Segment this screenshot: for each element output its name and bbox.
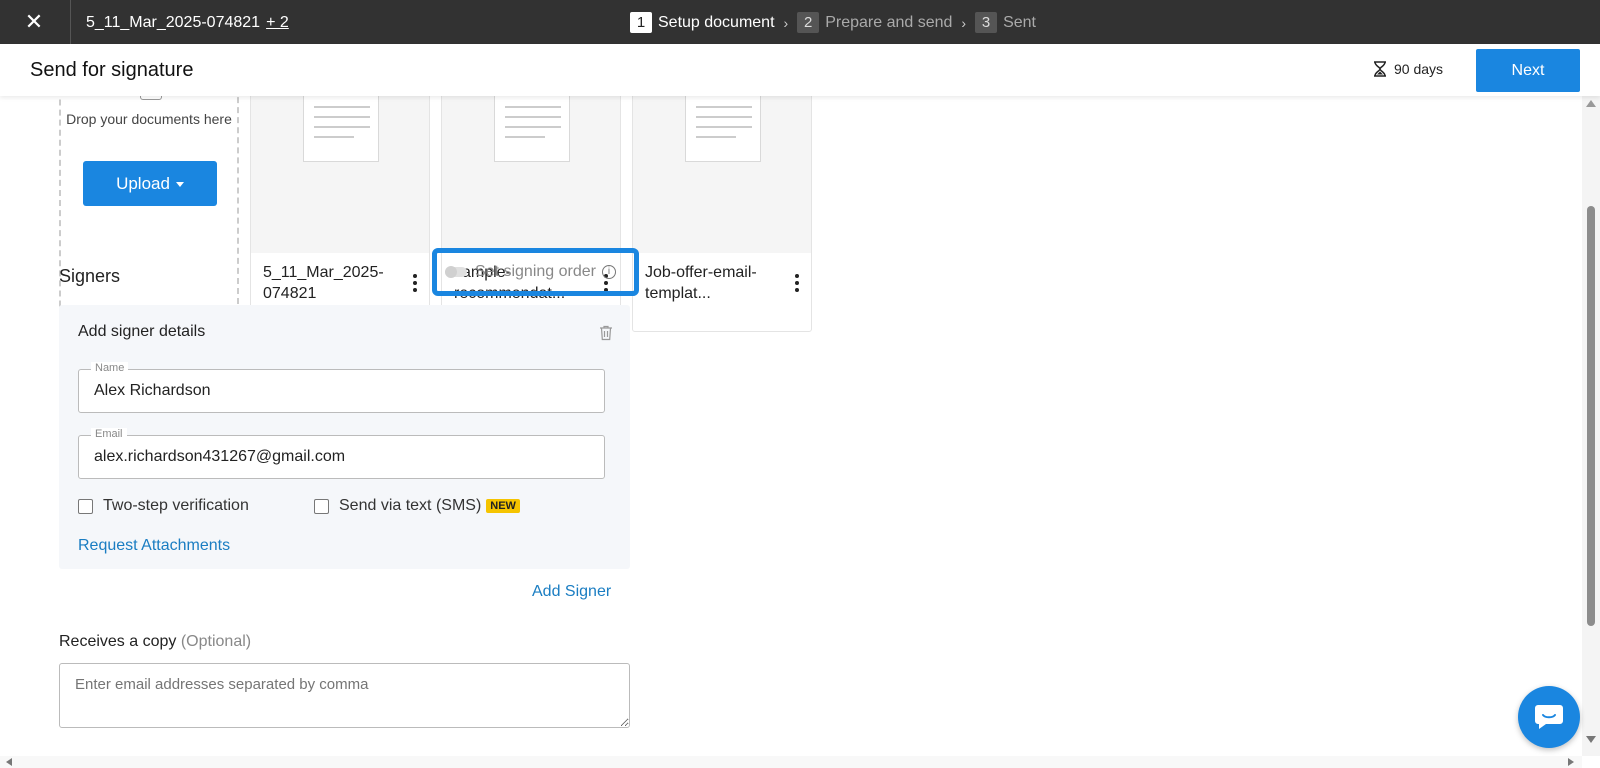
two-step-verification-checkbox[interactable] <box>78 498 93 514</box>
step-label: Setup document <box>658 13 775 31</box>
document-card-name: Job-offer-email-templat... <box>645 264 757 302</box>
signer-details-panel: Add signer details Name Alex Richardson … <box>59 305 630 569</box>
copy-recipients-input[interactable] <box>59 663 630 728</box>
document-card[interactable]: 5_11_Mar_2025-074821 <box>250 96 430 332</box>
email-field-label: Email <box>91 428 127 440</box>
name-field-label: Name <box>91 362 129 374</box>
expiry-text: 90 days <box>1394 61 1444 77</box>
scroll-left-icon[interactable] <box>6 758 12 766</box>
chat-button[interactable] <box>1518 686 1580 748</box>
document-card[interactable]: Job-offer-email-templat... <box>632 96 812 332</box>
step-setup-document: 1 Setup document <box>630 12 775 33</box>
trash-icon[interactable] <box>599 325 613 341</box>
step-number: 1 <box>630 12 652 33</box>
main-content: Drop your documents here Upload 5_11_Mar… <box>0 96 1582 756</box>
send-via-sms-checkbox[interactable] <box>314 498 329 514</box>
document-thumbnail-icon <box>685 96 761 162</box>
toggle-switch[interactable] <box>445 266 467 278</box>
document-thumbnail-area <box>442 96 620 253</box>
hourglass-icon <box>1374 61 1386 77</box>
caret-down-icon <box>175 181 184 187</box>
document-thumbnail-icon <box>494 96 570 162</box>
step-prepare-and-send: 2 Prepare and send <box>797 12 952 33</box>
name-field-value[interactable]: Alex Richardson <box>94 382 211 400</box>
more-vertical-icon[interactable] <box>789 272 805 296</box>
drop-text: Drop your documents here <box>66 111 232 127</box>
document-dropzone[interactable]: Drop your documents here Upload <box>59 96 239 332</box>
scroll-up-icon[interactable] <box>1586 100 1596 107</box>
request-attachments-link[interactable]: Request Attachments <box>78 537 230 555</box>
step-sent: 3 Sent <box>975 12 1036 33</box>
chat-bubble-icon <box>1535 705 1563 729</box>
send-via-sms-label: Send via text (SMS) <box>339 497 482 514</box>
more-documents-link[interactable]: + 2 <box>266 14 289 31</box>
upload-label: Upload <box>116 173 170 193</box>
step-number: 2 <box>797 12 820 33</box>
info-icon[interactable]: i <box>601 265 616 279</box>
top-divider <box>70 0 71 44</box>
new-badge: NEW <box>486 499 520 513</box>
name-field[interactable]: Name Alex Richardson <box>78 362 605 413</box>
signing-order-toggle[interactable]: Set signing order i <box>432 248 639 296</box>
expiry-indicator[interactable]: 90 days <box>1373 61 1443 77</box>
document-card[interactable]: sample-recommendat... <box>441 96 621 332</box>
receives-copy-heading: Receives a copy (Optional) <box>59 633 251 651</box>
close-icon[interactable]: ✕ <box>22 10 46 34</box>
upload-tray-icon <box>140 96 162 100</box>
top-bar: ✕ 5_11_Mar_2025-074821 + 2 1 Setup docume… <box>0 0 1600 44</box>
optional-label: (Optional) <box>180 633 252 650</box>
step-label: Sent <box>1003 13 1036 31</box>
step-label: Prepare and send <box>825 13 953 31</box>
document-thumbnail-icon <box>303 96 379 162</box>
scroll-down-icon[interactable] <box>1586 736 1596 743</box>
email-field-value[interactable]: alex.richardson431267@gmail.com <box>94 448 345 466</box>
receives-copy-label: Receives a copy <box>59 633 177 650</box>
chevron-right-icon: › <box>961 14 967 31</box>
scrollbar-thumb[interactable] <box>1587 206 1595 626</box>
signers-heading: Signers <box>59 266 121 286</box>
two-step-verification-option[interactable]: Two-step verification <box>78 497 249 515</box>
document-card-name: 5_11_Mar_2025-074821 <box>263 264 384 302</box>
signing-order-label: Set signing order <box>475 263 596 280</box>
chevron-right-icon: › <box>783 14 789 31</box>
send-via-sms-option[interactable]: Send via text (SMS) NEW <box>314 497 520 515</box>
horizontal-scrollbar[interactable] <box>0 756 1582 768</box>
more-vertical-icon[interactable] <box>407 272 423 296</box>
page-header: Send for signature 90 days Next <box>0 44 1600 96</box>
page-title: Send for signature <box>30 59 194 81</box>
upload-button[interactable]: Upload <box>83 161 217 206</box>
document-thumbnail-area <box>633 96 811 253</box>
document-name-text: 5_11_Mar_2025-074821 <box>86 14 261 31</box>
scroll-right-icon[interactable] <box>1568 758 1574 766</box>
signer-panel-title: Add signer details <box>78 323 206 340</box>
email-field[interactable]: Email alex.richardson431267@gmail.com <box>78 428 605 479</box>
step-number: 3 <box>975 12 998 33</box>
vertical-scrollbar[interactable] <box>1582 96 1600 756</box>
next-button[interactable]: Next <box>1476 49 1580 92</box>
add-signer-link[interactable]: Add Signer <box>532 583 611 601</box>
document-thumbnail-area <box>251 96 429 253</box>
two-step-verification-label: Two-step verification <box>103 497 249 514</box>
document-name: 5_11_Mar_2025-074821 + 2 <box>86 14 289 32</box>
progress-steps: 1 Setup document › 2 Prepare and send › … <box>630 12 1036 33</box>
